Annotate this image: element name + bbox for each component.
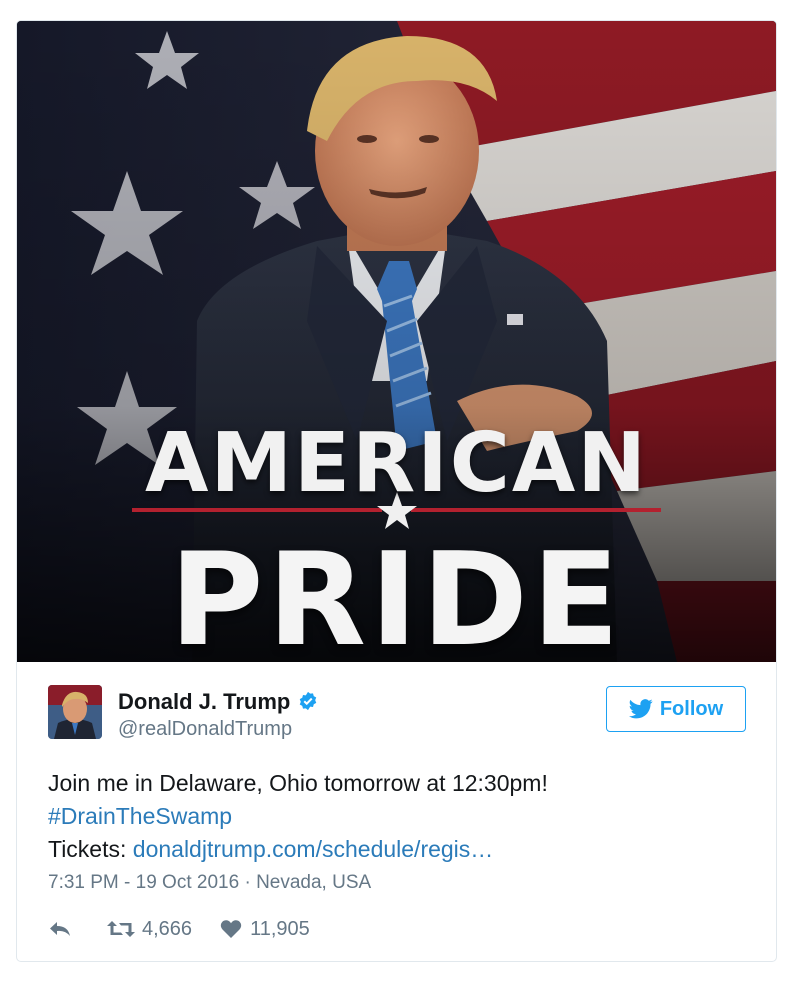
tweet-timestamp[interactable]: 7:31 PM - 19 Oct 2016: [48, 872, 239, 893]
tweet-text-line1: Join me in Delaware, Ohio tomorrow at 12…: [48, 770, 548, 796]
tickets-label: Tickets:: [48, 836, 127, 862]
retweet-count: 4,666: [142, 917, 193, 940]
user-handle[interactable]: @realDonaldTrump: [118, 718, 292, 741]
tweet-text: Join me in Delaware, Ohio tomorrow at 12…: [48, 767, 746, 866]
like-count: 11,905: [250, 917, 310, 940]
media-overlay-text-american: AMERICAN: [145, 416, 648, 511]
hashtag-link[interactable]: #DrainTheSwamp: [48, 803, 232, 829]
reply-icon: [50, 922, 70, 936]
follow-button-label: Follow: [659, 697, 724, 720]
tickets-url-link[interactable]: donaldjtrump.com/schedule/regis…: [133, 836, 494, 862]
tweet-location[interactable]: Nevada, USA: [256, 872, 371, 893]
retweet-icon: [107, 921, 135, 937]
avatar[interactable]: [48, 685, 102, 739]
tweet-card: AMERICAN PRIDE Donald J. Trump @realDona…: [16, 20, 777, 962]
like-action[interactable]: 11,905: [220, 918, 310, 941]
twitter-bird-icon: [628, 699, 653, 719]
user-name-text: Donald J. Trump: [118, 689, 291, 714]
media-overlay-text-pride: PRIDE: [169, 526, 624, 662]
tweet-media-image[interactable]: AMERICAN PRIDE: [17, 21, 776, 662]
tweet-meta: 7:31 PM - 19 Oct 2016 · Nevada, USA: [48, 872, 371, 894]
reply-action[interactable]: [48, 919, 72, 939]
meta-separator: ·: [244, 872, 251, 893]
tweet-header: Donald J. Trump @realDonaldTrump Follow: [48, 685, 746, 745]
follow-button[interactable]: Follow: [606, 686, 746, 732]
user-display-name[interactable]: Donald J. Trump: [118, 689, 318, 715]
verified-badge-icon: [300, 691, 317, 711]
tweet-actions: 4,666 11,905: [48, 914, 310, 944]
retweet-action[interactable]: 4,666: [106, 918, 192, 941]
heart-icon: [220, 920, 242, 938]
